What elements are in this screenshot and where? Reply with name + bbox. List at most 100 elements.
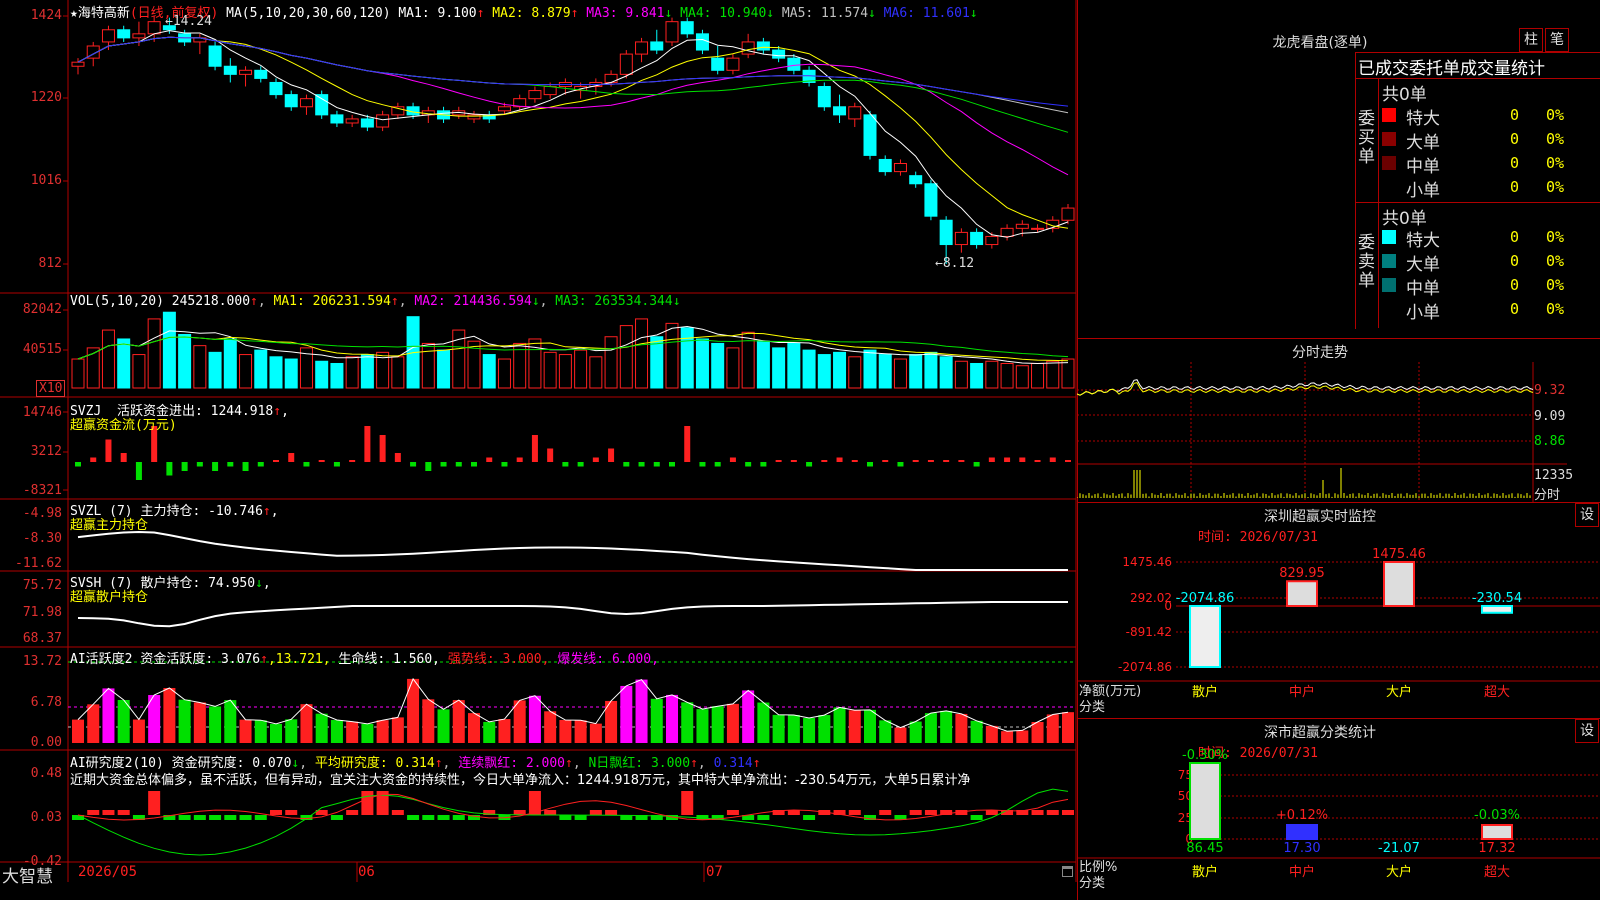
svsh-axis-1: 75.72	[22, 578, 62, 593]
volume-bar	[101, 329, 115, 389]
flow-bar	[486, 457, 493, 462]
avg-line	[1077, 382, 1534, 396]
volume-bar	[162, 311, 176, 389]
candle-body	[132, 33, 146, 39]
candle-body	[345, 118, 359, 124]
flow-bar	[471, 462, 477, 467]
ai1-axis-2: 6.78	[30, 695, 62, 710]
flow-bar	[318, 460, 325, 462]
research-bar	[346, 810, 359, 815]
volume-bar	[619, 325, 633, 389]
stock-name: 海特高新	[77, 6, 130, 21]
svsh-axis-3: 68.37	[22, 631, 62, 646]
longhu-row-label: 中单	[1406, 279, 1440, 299]
flow-bar	[547, 448, 554, 462]
flow-bar	[760, 462, 767, 467]
high-mark: ←14.24	[165, 14, 212, 29]
research-bar	[102, 810, 115, 815]
top-value-label: -0.03%	[1474, 808, 1520, 823]
activity-bar	[1031, 721, 1044, 743]
ma5-value: MA5: 11.574	[781, 6, 869, 21]
ai1-axis-1: 13.72	[22, 654, 62, 669]
chart-canvas[interactable]	[0, 0, 1077, 882]
star-icon[interactable]: ★	[70, 6, 78, 21]
activity-bar	[72, 719, 84, 743]
activity-bar	[87, 704, 100, 743]
research-bar	[924, 810, 937, 815]
activity-bar	[924, 713, 937, 743]
longhu-row-label: 中单	[1406, 157, 1440, 177]
lock-icon[interactable]	[1062, 866, 1073, 877]
candle-body	[315, 94, 329, 116]
candle-body	[863, 114, 877, 156]
longhu-row-label: 小单	[1406, 181, 1440, 201]
sz-class-xlabel: 分类	[1079, 876, 1106, 891]
ai1-t2: ,13.721,	[267, 652, 331, 667]
monitor-bar	[1383, 561, 1415, 607]
tab-tick[interactable]: 笔	[1545, 28, 1569, 52]
svzj-axis-3: -8321	[22, 483, 62, 498]
flow-bar	[836, 457, 843, 462]
flow-bar	[135, 462, 142, 480]
flow-bar	[1049, 457, 1056, 462]
volume-bar	[360, 354, 374, 389]
longhu-row-label: 小单	[1406, 303, 1440, 323]
sz-class-chart[interactable]: 7550250-0.30%86.45+0.12%17.30-21.07-0.03…	[1077, 718, 1600, 900]
flow-bar	[75, 462, 81, 467]
flow-bar	[669, 462, 675, 467]
buy-label: 委买单	[1358, 109, 1375, 167]
vol-value: 245218.000	[171, 294, 251, 309]
research-bar	[1046, 810, 1059, 815]
fenshi-chart[interactable]	[1077, 362, 1567, 502]
ma-line	[77, 30, 1069, 238]
candle-body	[619, 53, 633, 75]
divider	[1378, 78, 1379, 328]
svsh-axis-2: 71.98	[22, 605, 62, 620]
svsh-sub: 超赢散户持仓	[70, 590, 149, 605]
ai1-label: AI活跃度2	[70, 652, 133, 667]
flow-bar	[912, 460, 919, 462]
flow-bar	[242, 462, 249, 471]
legend-swatch	[1382, 278, 1396, 292]
vol-ma2: MA2: 214436.594	[414, 294, 532, 309]
svzl-axis-1: -4.98	[22, 506, 62, 521]
retail-holding-line	[77, 601, 1068, 628]
sz-monitor-chart[interactable]: 1475.46292.020-891.42-2074.86-2074.86829…	[1077, 500, 1600, 700]
flow-bar	[516, 457, 523, 462]
buy-total: 共0单	[1382, 85, 1427, 105]
flow-bar	[973, 462, 980, 467]
candle-body	[1000, 227, 1014, 237]
candle-body	[878, 158, 892, 173]
candle-body	[939, 219, 953, 246]
ai2-axis-2: 0.03	[30, 810, 62, 825]
volume-bar	[558, 354, 572, 389]
research-bar	[985, 810, 998, 815]
svsh-title: 散户持仓: 74.950	[140, 576, 256, 591]
candle-body	[208, 45, 222, 67]
flow-bar	[775, 460, 782, 462]
candle-body	[711, 57, 725, 71]
tab-bar[interactable]: 柱	[1519, 28, 1543, 52]
volume-bar	[132, 354, 146, 389]
activity-bar	[1001, 731, 1014, 743]
flow-bar	[653, 462, 660, 467]
volume-bar	[223, 338, 237, 389]
bottom-value-label: -21.07	[1378, 841, 1420, 856]
activity-bar	[376, 720, 389, 743]
candle-body	[817, 86, 831, 108]
up-arrow-icon: ↑	[260, 652, 268, 667]
divider	[1077, 338, 1600, 339]
research-bar	[391, 810, 404, 815]
longhu-row-pct: 0%	[1546, 300, 1565, 318]
axis-tick-label: -2074.86	[1118, 660, 1172, 674]
volume-bar	[574, 349, 588, 389]
activity-bar	[909, 721, 922, 743]
candle-body	[71, 61, 85, 67]
high-value: 14.24	[172, 14, 212, 29]
flow-bar	[927, 460, 934, 462]
category-label: 散户	[1192, 864, 1218, 880]
flow-bar	[1034, 460, 1041, 462]
vol-unit-badge[interactable]: X10	[36, 380, 66, 397]
volume-bar	[345, 356, 359, 389]
price-axis-3: 1016	[30, 173, 62, 188]
